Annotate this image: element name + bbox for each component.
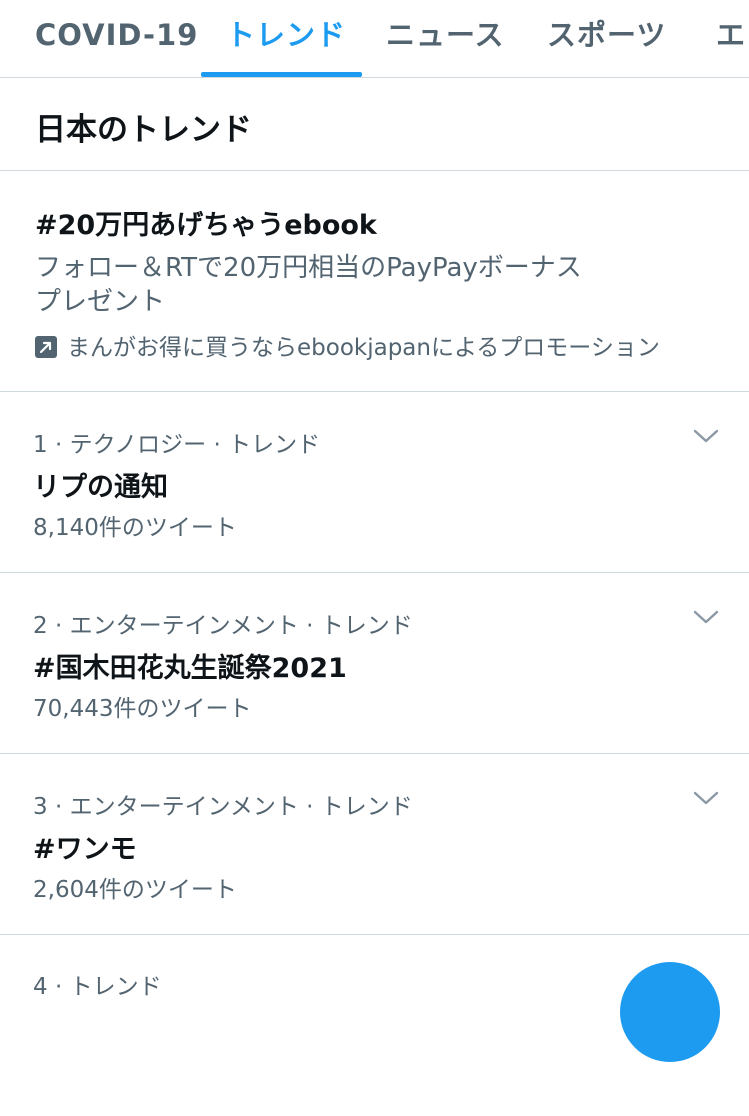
trend-context: 1 · テクノロジー · トレンド <box>33 432 321 458</box>
tab-sports[interactable]: スポーツ <box>547 0 666 77</box>
tab-news[interactable]: ニュース <box>386 0 505 77</box>
active-tab-indicator <box>201 72 362 77</box>
section-header: 日本のトレンド <box>0 78 749 171</box>
trend-item[interactable]: 3 · エンターテインメント · トレンド #ワンモ 2,604件のツイート <box>0 754 749 935</box>
promoted-by-label: まんがお得に買うならebookjapanによるプロモーション <box>67 335 660 361</box>
promo-description-line2: プレゼント <box>35 287 166 317</box>
chevron-down-icon[interactable] <box>693 609 719 625</box>
promoted-trend[interactable]: #20万円あげちゃうebook フォロー＆RTで20万円相当のPayPayボーナ… <box>0 171 749 392</box>
promoted-by-row: まんがお得に買うならebookjapanによるプロモーション <box>35 328 660 362</box>
trend-item[interactable]: 2 · エンターテインメント · トレンド #国木田花丸生誕祭2021 70,4… <box>0 573 749 754</box>
promo-title: #20万円あげちゃうebook <box>35 210 377 241</box>
tab-covid19[interactable]: COVID-19 <box>35 0 198 77</box>
trend-tweet-count: 8,140件のツイート <box>33 515 237 541</box>
promo-description: フォロー＆RTで20万円相当のPayPayボーナス プレゼント <box>35 251 655 319</box>
promo-description-line1: フォロー＆RTで20万円相当のPayPayボーナス <box>35 253 582 283</box>
compose-tweet-button[interactable] <box>620 962 720 1062</box>
trend-name: リプの通知 <box>33 472 168 503</box>
trend-name: #国木田花丸生誕祭2021 <box>33 653 347 684</box>
tab-trends[interactable]: トレンド <box>226 0 346 77</box>
promoted-arrow-icon <box>35 336 57 358</box>
trend-tweet-count: 2,604件のツイート <box>33 877 237 903</box>
trend-tweet-count: 70,443件のツイート <box>33 696 252 722</box>
trend-name: #ワンモ <box>33 834 137 865</box>
tab-entertainment[interactable]: エ <box>716 0 746 77</box>
trend-context: 3 · エンターテインメント · トレンド <box>33 794 413 820</box>
chevron-down-icon[interactable] <box>693 428 719 444</box>
trend-item[interactable]: 1 · テクノロジー · トレンド リプの通知 8,140件のツイート <box>0 392 749 573</box>
trend-context: 4 · トレンド <box>33 974 162 1000</box>
page-title: 日本のトレンド <box>35 112 252 148</box>
tab-bar: COVID-19 トレンド ニュース スポーツ エ <box>0 0 749 78</box>
chevron-down-icon[interactable] <box>693 790 719 806</box>
trend-context: 2 · エンターテインメント · トレンド <box>33 613 413 639</box>
